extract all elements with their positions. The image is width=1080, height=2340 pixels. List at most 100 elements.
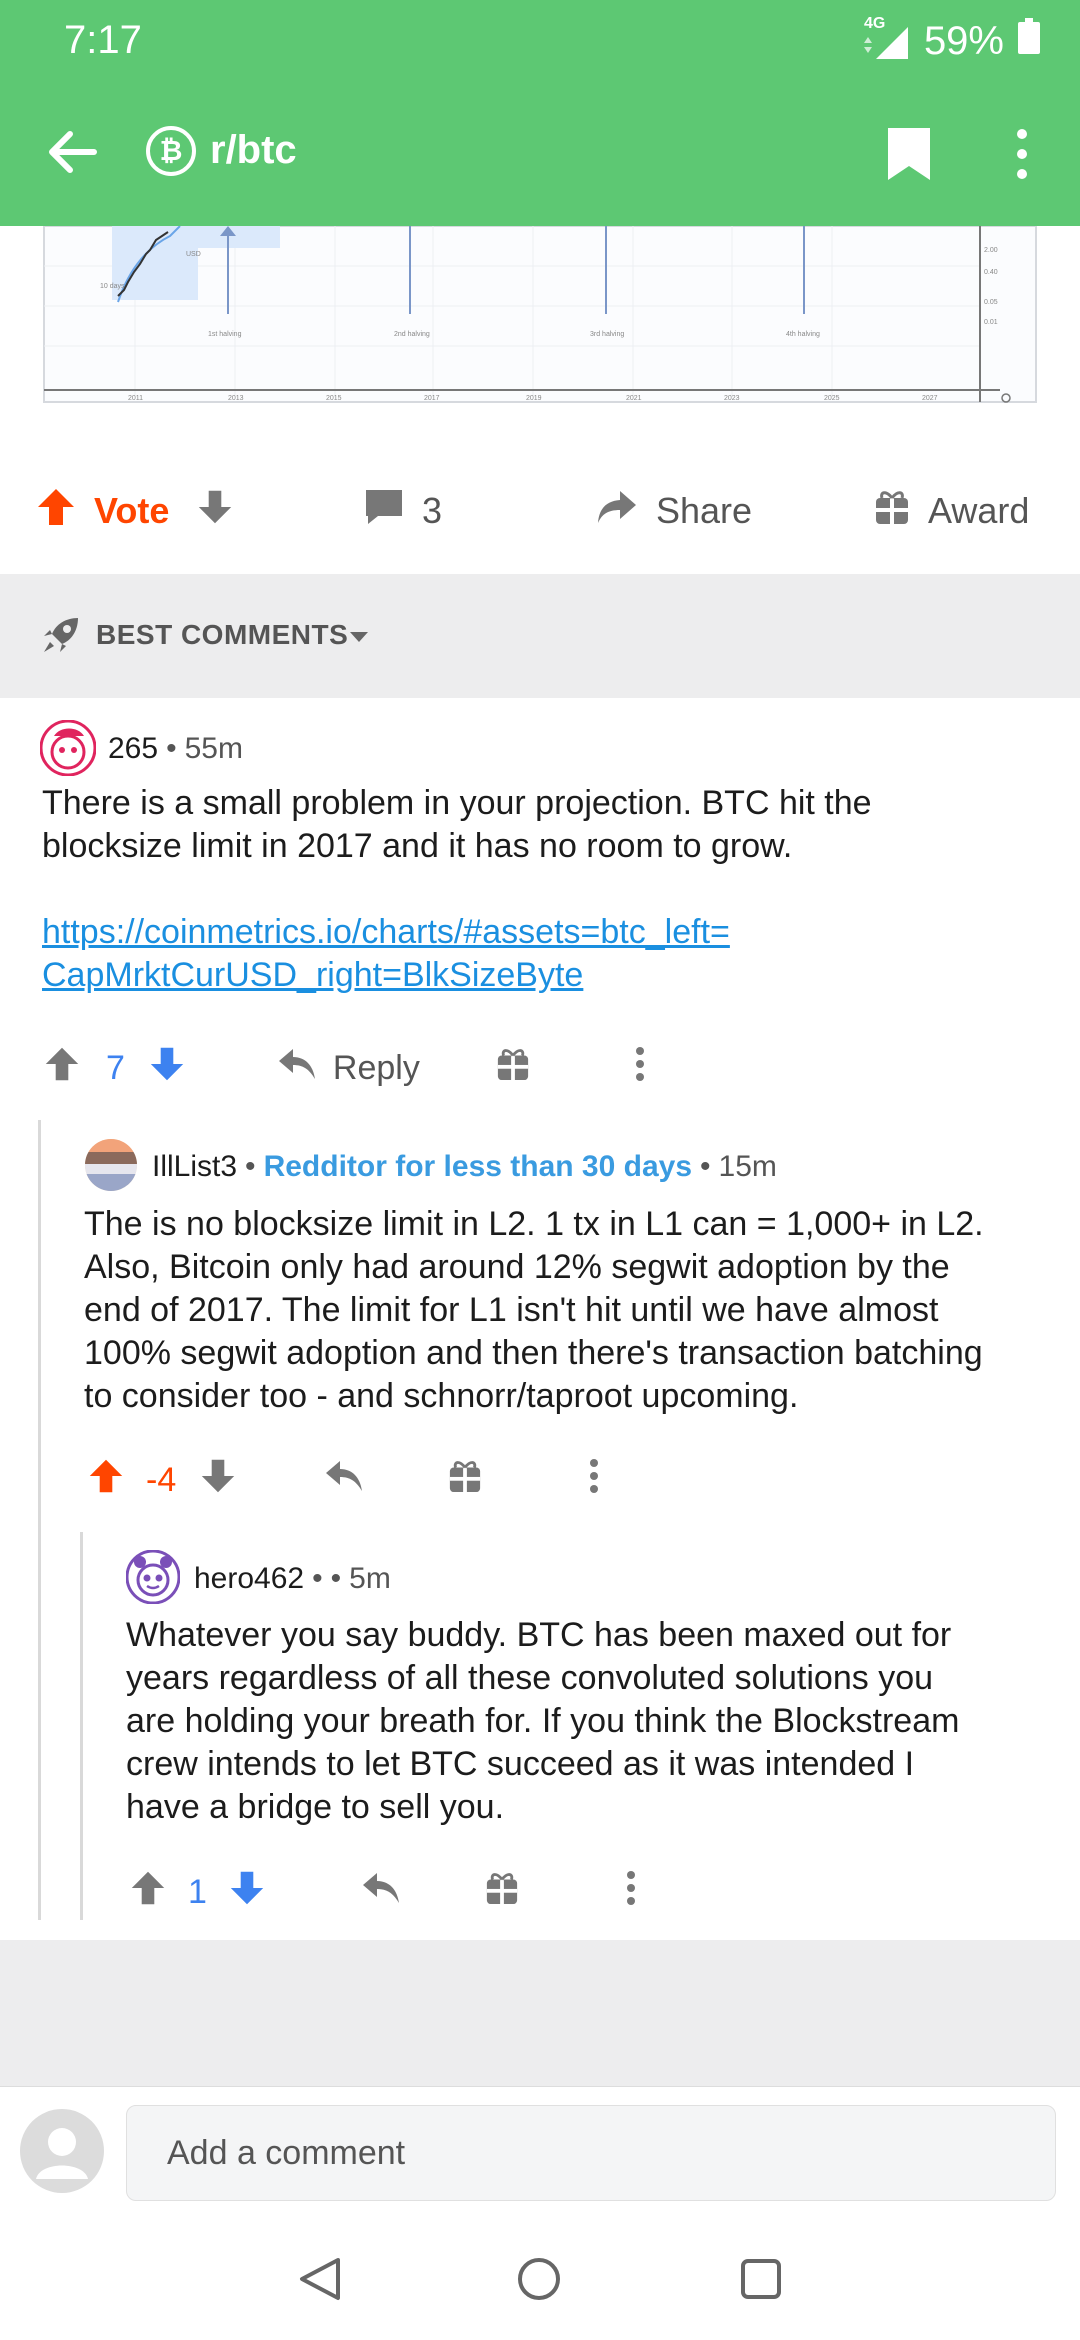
thread-line[interactable] <box>80 1532 83 1920</box>
downvote-icon[interactable] <box>229 1870 265 1915</box>
y-tick-label: 2.00 <box>984 247 998 254</box>
gift-icon[interactable] <box>485 1870 519 1915</box>
system-navigation-bar <box>0 2216 1080 2340</box>
reply-icon[interactable] <box>361 1871 401 1914</box>
comment-text-line: to consider too - and schnorr/taproot up… <box>84 1377 799 1415</box>
x-tick-label: 2017 <box>424 395 440 402</box>
comment-link[interactable]: https://coinmetrics.io/charts/#assets=bt… <box>42 913 730 994</box>
x-tick-label: 2011 <box>128 395 143 402</box>
share-button[interactable]: Share <box>596 489 752 534</box>
comment-text-line: 100% segwit adoption and then there's tr… <box>84 1334 983 1372</box>
comments-button[interactable]: 3 <box>364 488 442 535</box>
downvote-icon[interactable] <box>149 1046 185 1091</box>
comment-text-line: The is no blocksize limit in L2. 1 tx in… <box>84 1205 984 1243</box>
comment-score: -4 <box>146 1461 177 1499</box>
halving-label: 2nd halving <box>394 331 430 338</box>
reply-icon <box>277 1047 317 1090</box>
comment-text-line: crew intends to let BTC succeed as it wa… <box>126 1745 915 1783</box>
chart-annotation: 10 days <box>100 283 125 290</box>
bookmark-icon[interactable] <box>886 126 932 187</box>
meta-separator: • <box>312 1562 323 1595</box>
halving-label: 4th halving <box>786 331 820 338</box>
sort-label: BEST COMMENTS <box>96 619 349 650</box>
battery-percent: 59% <box>923 18 1004 63</box>
x-tick-label: 2023 <box>724 395 740 402</box>
comment-text-line: Also, Bitcoin only had around 12% segwit… <box>84 1248 950 1286</box>
gift-icon[interactable] <box>448 1458 482 1503</box>
upvote-icon[interactable] <box>44 1046 80 1091</box>
x-tick-label: 2013 <box>228 395 244 402</box>
reply-icon[interactable] <box>324 1459 364 1502</box>
chevron-down-icon <box>348 630 370 649</box>
comment-composer: Add a comment <box>0 2086 1080 2217</box>
comment-sort-bar[interactable]: BEST COMMENTS <box>0 574 1080 698</box>
subreddit-title[interactable]: r/btc <box>210 128 297 173</box>
more-options-icon[interactable] <box>625 1870 637 1915</box>
reply-label: Reply <box>332 1049 420 1087</box>
avatar[interactable] <box>84 1138 138 1192</box>
avatar[interactable] <box>125 1549 181 1605</box>
comment-text-line: Whatever you say buddy. BTC has been max… <box>126 1616 952 1654</box>
nav-home-icon[interactable] <box>516 2256 562 2307</box>
downvote-icon[interactable] <box>200 1458 236 1503</box>
downvote-icon[interactable] <box>197 489 233 534</box>
network-signal-icon: 4G <box>860 15 910 61</box>
gift-icon[interactable] <box>496 1046 530 1091</box>
overflow-menu-icon[interactable] <box>1010 128 1034 185</box>
comment-body: Whatever you say buddy. BTC has been max… <box>126 1614 1070 1829</box>
meta-separator: • <box>700 1150 711 1183</box>
halving-label: 3rd halving <box>590 331 624 338</box>
nav-recents-icon[interactable] <box>740 2258 782 2305</box>
upvote-icon[interactable] <box>36 487 76 536</box>
y-tick-label: 0.40 <box>984 269 998 276</box>
comment-body: The is no blocksize limit in L2. 1 tx in… <box>84 1203 1080 1418</box>
network-type-label: 4G <box>863 15 886 32</box>
meta-separator: • <box>245 1150 256 1183</box>
post-image-chart[interactable]: USD 10 days 1st halving 2nd halving 3rd … <box>0 225 1080 426</box>
post-action-bar: Vote 3 Share Award <box>0 450 1080 572</box>
comment-count: 3 <box>422 490 443 531</box>
vote-group: Vote <box>36 487 233 536</box>
comment-score: 7 <box>106 1049 125 1087</box>
comment-meta: hero462 • • 5m <box>194 1562 391 1596</box>
user-flair: Redditor for less than 30 days <box>263 1150 693 1183</box>
status-indicators: 4G 59% <box>860 15 1040 64</box>
award-button[interactable]: Award <box>874 488 1029 535</box>
more-options-icon[interactable] <box>588 1458 600 1503</box>
comment-meta: 265 • 55m <box>108 732 243 766</box>
status-time: 7:17 <box>64 18 142 62</box>
more-options-icon[interactable] <box>634 1046 646 1091</box>
nav-back-icon[interactable] <box>298 2256 342 2307</box>
comment-author[interactable]: IllList3 <box>152 1150 237 1184</box>
comment-age: 15m <box>718 1150 777 1183</box>
back-arrow-icon[interactable] <box>44 124 100 185</box>
inset-label: USD <box>186 251 201 258</box>
x-tick-label: 2027 <box>922 395 938 402</box>
x-tick-label: 2021 <box>626 395 642 402</box>
comment-text-line: blocksize limit in 2017 and it has no ro… <box>42 827 793 865</box>
rocket-icon <box>42 616 80 659</box>
subreddit-icon[interactable]: ₿ <box>146 126 196 176</box>
award-label: Award <box>928 490 1030 531</box>
app-header: 7:17 4G 59% ₿ r/btc <box>0 0 1080 226</box>
comments-end-spacer <box>0 1940 1080 2086</box>
meta-separator: • <box>166 732 177 765</box>
add-comment-input[interactable]: Add a comment <box>126 2105 1056 2201</box>
link-text-line: https://coinmetrics.io/charts/#assets=bt… <box>42 913 730 951</box>
upvote-icon[interactable] <box>88 1458 124 1503</box>
comment-age: 55m <box>184 732 243 765</box>
battery-icon <box>1018 18 1040 64</box>
x-tick-label: 2025 <box>824 395 840 402</box>
upvote-icon[interactable] <box>130 1870 166 1915</box>
thread-line[interactable] <box>38 1120 41 1920</box>
comment-actions: -4 <box>88 1458 600 1503</box>
reply-button[interactable]: Reply <box>277 1047 420 1090</box>
chart-svg: USD 10 days 1st halving 2nd halving 3rd … <box>43 225 1037 403</box>
comment-author[interactable]: 265 <box>108 732 158 766</box>
comment-bubble-icon <box>364 488 404 535</box>
comment-text-line: There is a small problem in your project… <box>42 784 872 822</box>
comment-meta: IllList3 • Redditor for less than 30 day… <box>152 1150 777 1184</box>
user-avatar-icon[interactable] <box>20 2109 104 2198</box>
avatar[interactable] <box>39 719 97 777</box>
comment-author[interactable]: hero462 <box>194 1562 304 1596</box>
